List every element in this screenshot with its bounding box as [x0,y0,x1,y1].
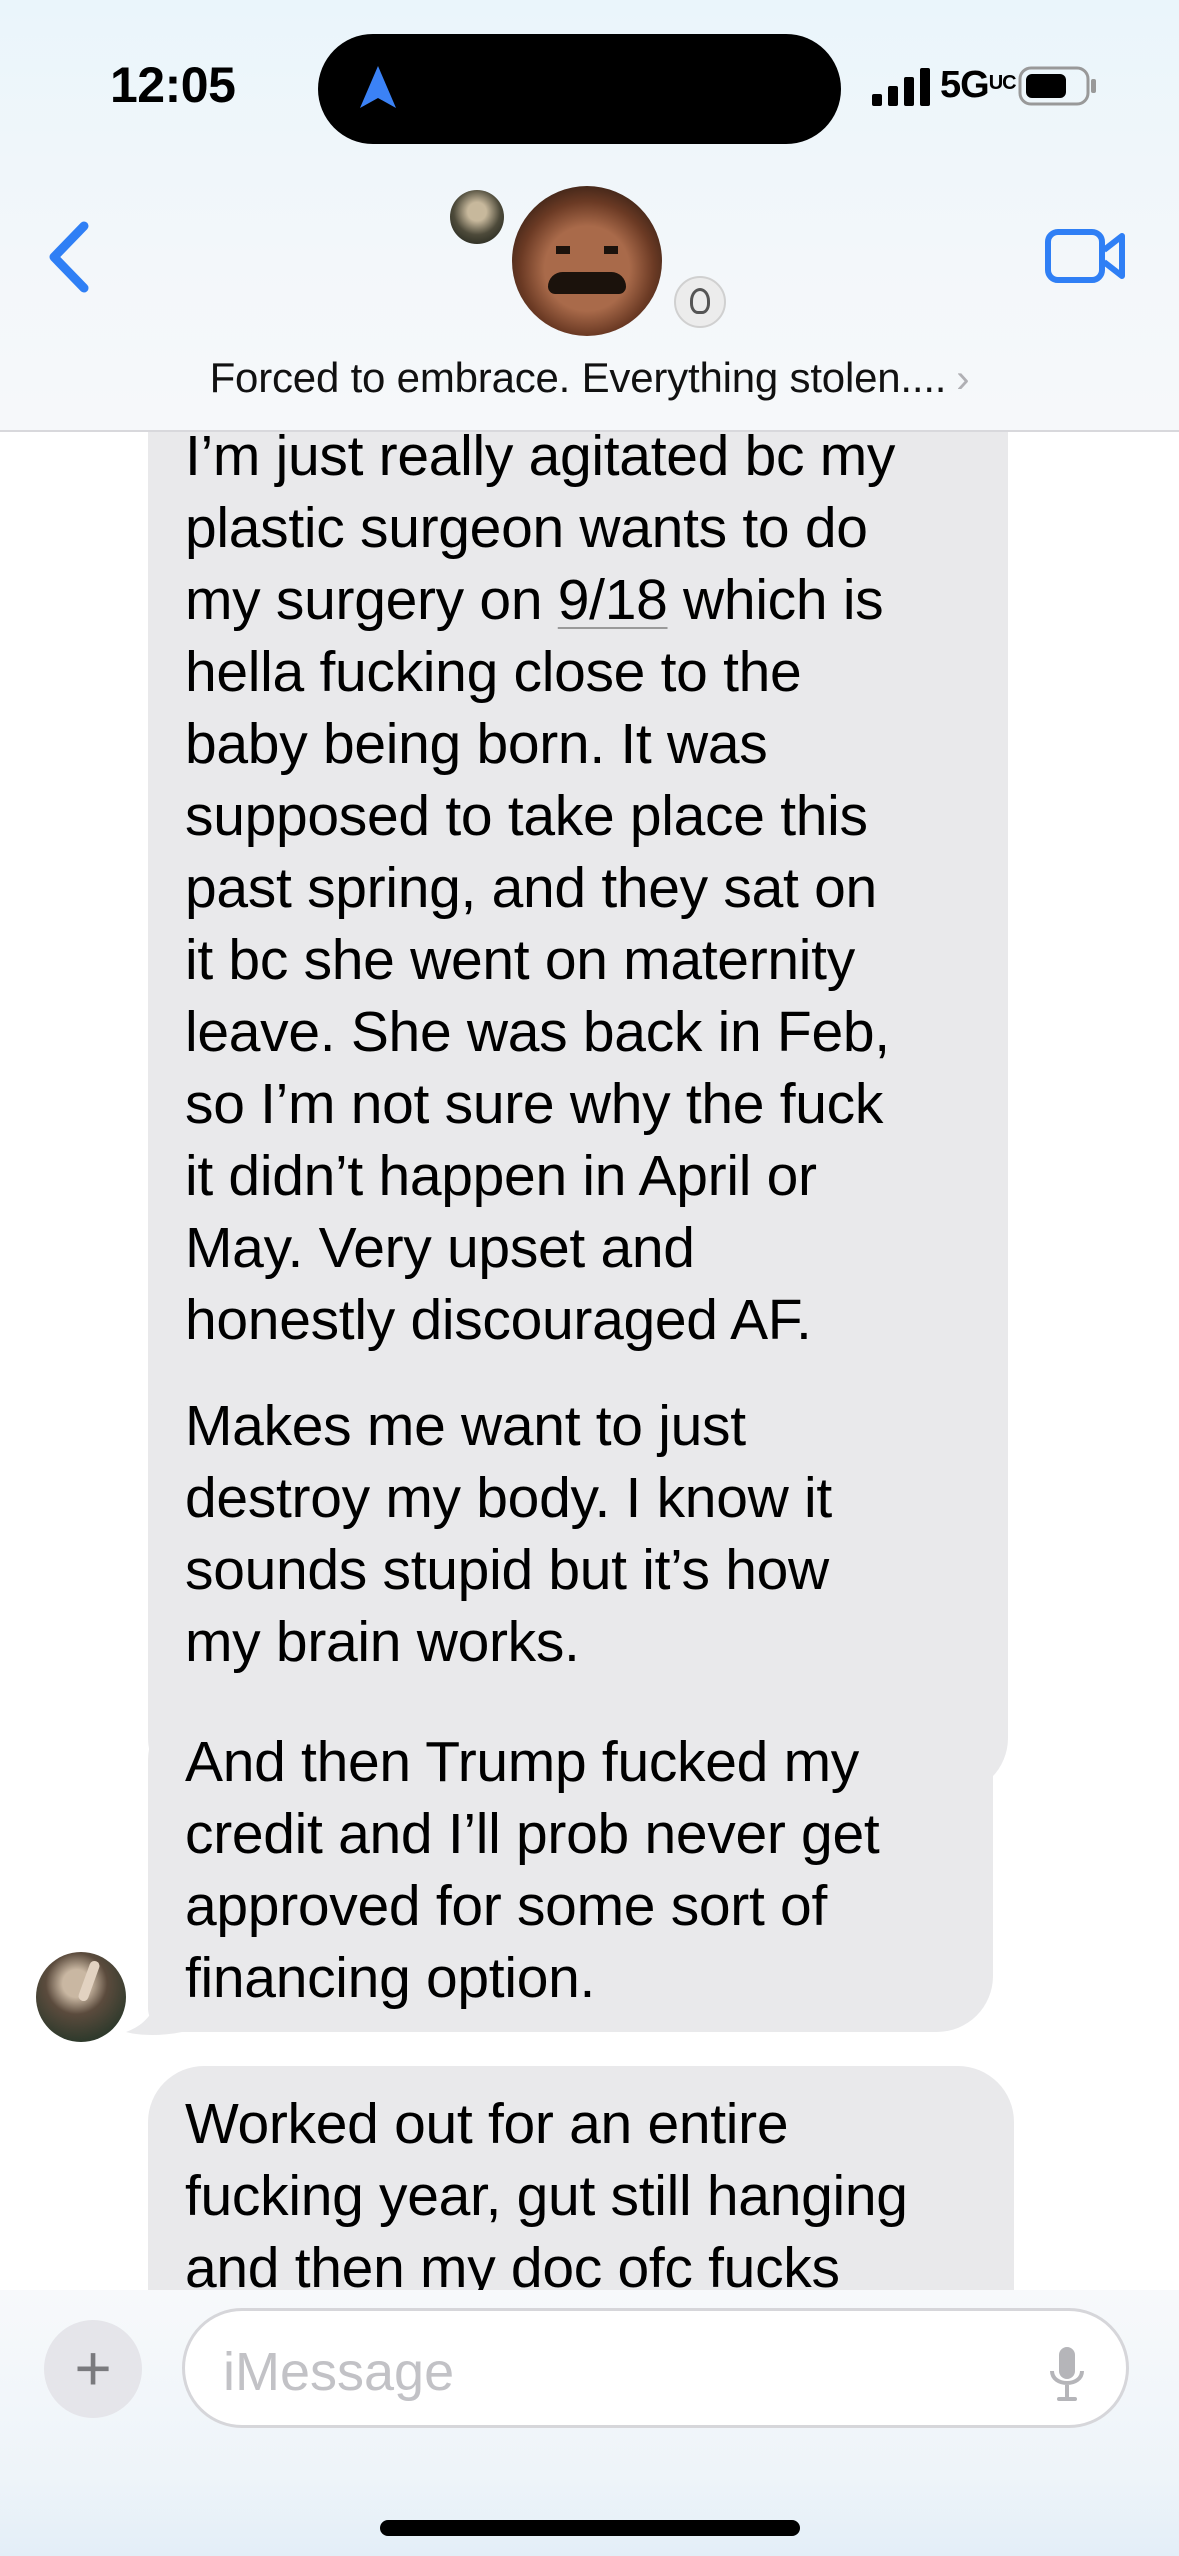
message-bubble[interactable]: Worked out for an entire fucking year, g… [148,2066,1014,2290]
message-thread[interactable]: I’m just really agitated bc my plastic s… [0,432,1179,2290]
message-line: my surgery on 9/18 which is [185,568,884,632]
plus-icon: + [74,2332,112,2404]
group-avatar-main[interactable] [512,186,662,336]
message-input-placeholder: iMessage [223,2342,455,2402]
location-arrow-icon [360,66,396,108]
group-avatar-secondary[interactable] [450,190,504,244]
home-indicator[interactable] [380,2520,800,2536]
video-camera-icon[interactable] [1044,226,1126,286]
chevron-right-icon: › [956,357,970,401]
date-link[interactable]: 9/18 [558,568,668,632]
battery-icon [1018,66,1096,106]
signal-strength-icon [872,68,930,106]
group-name[interactable]: Forced to embrace. Everything stolen....… [0,354,1179,402]
message-bubble[interactable]: Makes me want to just destroy my body. I… [148,1368,946,1694]
composer-bar: + iMessage [0,2290,1179,2556]
message-input[interactable]: iMessage [182,2308,1129,2428]
add-attachment-button[interactable]: + [44,2320,142,2418]
message-bubble[interactable]: And then Trump fucked my credit and I’ll… [148,1704,993,2032]
microphone-icon[interactable] [1047,2345,1087,2403]
status-time: 12:05 [110,57,236,113]
network-type: 5GUC [940,64,1017,106]
sender-avatar[interactable] [36,1952,126,2042]
group-avatar-tertiary[interactable] [674,276,726,328]
conversation-header: 12:05 5GUC Forced to embrace. Everything… [0,0,1179,432]
dynamic-island [318,34,841,144]
back-chevron-icon[interactable] [44,220,94,294]
